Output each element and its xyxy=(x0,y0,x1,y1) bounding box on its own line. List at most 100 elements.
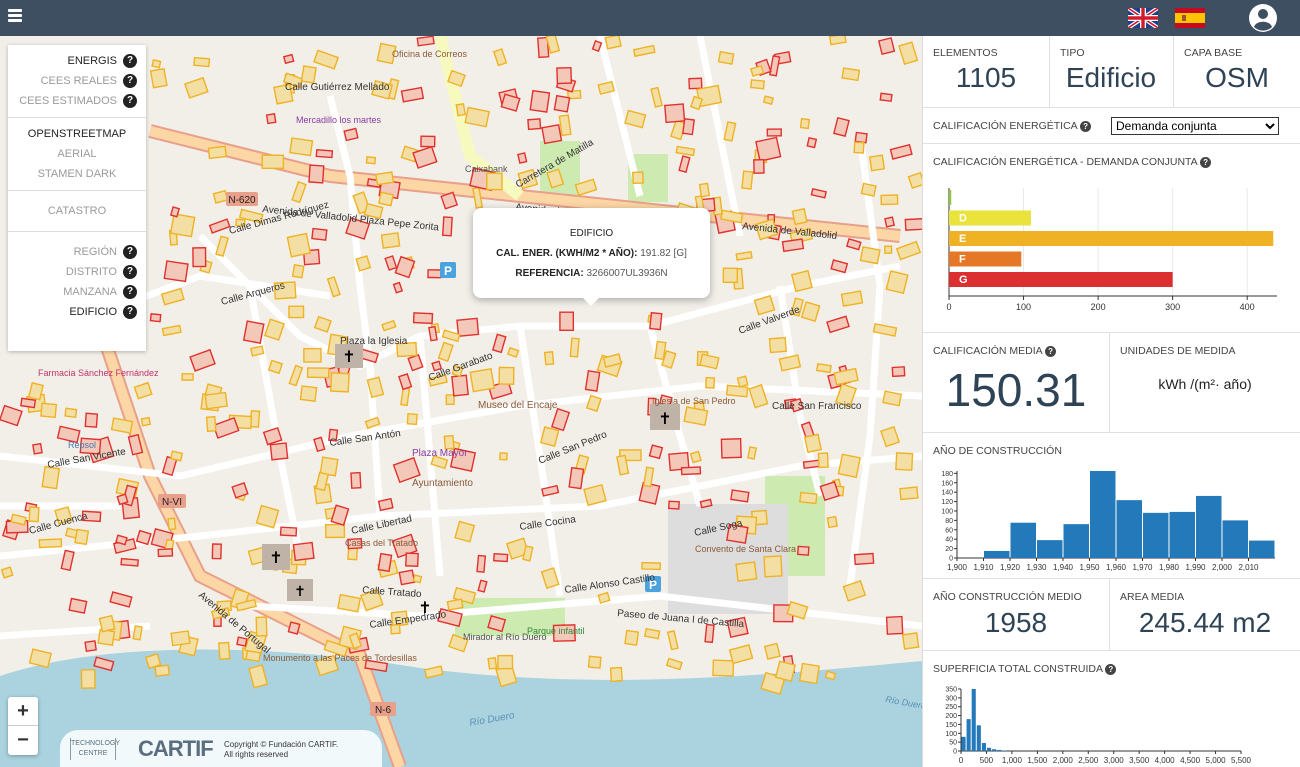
building-popup: EDIFICIO CAL. ENER. (KWH/M2 * AÑO): 191.… xyxy=(473,208,710,306)
building xyxy=(255,616,268,637)
building xyxy=(269,442,289,461)
building xyxy=(28,648,53,669)
x-tick-label: 1,950 xyxy=(1079,563,1100,572)
help-icon[interactable]: ? xyxy=(123,94,137,108)
bar-c xyxy=(949,190,952,205)
building xyxy=(116,493,129,506)
svg-text:Ayuntamiento: Ayuntamiento xyxy=(412,478,473,489)
layer-manzana[interactable]: MANZANA? xyxy=(8,282,146,302)
y-tick-label: 40 xyxy=(945,537,953,544)
building xyxy=(833,116,850,138)
building xyxy=(666,630,679,651)
building xyxy=(308,164,325,184)
y-tick-label: 50 xyxy=(949,740,957,747)
building xyxy=(837,453,861,479)
building xyxy=(604,36,622,50)
help-icon[interactable]: ? xyxy=(123,74,137,88)
top-bar xyxy=(0,0,1300,36)
building xyxy=(631,171,644,185)
user-account-icon[interactable] xyxy=(1248,3,1278,33)
superficie-chart-section: SUPERFICIA TOTAL CONSTRUIDA ? 0 50 100 150 2… xyxy=(923,651,1300,767)
building xyxy=(288,305,305,319)
help-icon[interactable]: ? xyxy=(1045,346,1057,357)
building xyxy=(169,213,196,238)
building xyxy=(400,386,411,407)
layer-cees-estimados[interactable]: CEES ESTIMADOS? xyxy=(8,91,146,111)
building xyxy=(169,206,181,218)
layer-aerial[interactable]: AERIAL xyxy=(8,144,146,164)
svg-text:Calle San Francisco: Calle San Francisco xyxy=(772,401,862,412)
building xyxy=(712,659,735,677)
building xyxy=(699,353,720,370)
building xyxy=(343,127,359,142)
building xyxy=(204,391,229,410)
zoom-out-button[interactable]: − xyxy=(8,726,38,755)
zoom-in-button[interactable]: + xyxy=(8,697,38,726)
building xyxy=(365,156,377,165)
building xyxy=(689,95,704,111)
calificacion-select[interactable]: Demanda conjunta xyxy=(1111,117,1279,135)
x-tick-label: 1,500 xyxy=(1027,756,1048,765)
building xyxy=(337,593,362,613)
building xyxy=(400,86,425,103)
help-icon[interactable]: ? xyxy=(1200,157,1212,168)
help-icon[interactable]: ? xyxy=(123,54,137,68)
building xyxy=(880,194,899,206)
building xyxy=(428,325,438,342)
building xyxy=(28,506,40,523)
map-area[interactable]: ✝ ✝ ✝ ✝ ✝ N-620 N-VI N-6 P P Avenida de … xyxy=(0,36,922,767)
help-icon[interactable]: ? xyxy=(123,245,137,259)
histogram-bar xyxy=(976,725,981,751)
layer-edificio[interactable]: EDIFICIO? xyxy=(8,302,146,322)
building xyxy=(193,56,211,68)
building xyxy=(735,561,758,582)
building xyxy=(378,191,394,207)
help-icon[interactable]: ? xyxy=(123,265,137,279)
layer-energis[interactable]: ENERGIS? xyxy=(8,51,146,71)
building xyxy=(750,79,766,90)
building xyxy=(558,114,572,137)
y-tick-label: 60 xyxy=(945,527,953,534)
building xyxy=(0,566,14,579)
x-tick-label: 2,500 xyxy=(1078,756,1099,765)
x-tick-label: 2,010 xyxy=(1238,563,1259,572)
layer-stamen-dark[interactable]: STAMEN DARK xyxy=(8,164,146,184)
building xyxy=(768,336,787,354)
help-icon[interactable]: ? xyxy=(123,305,137,319)
y-tick-label: 100 xyxy=(945,731,957,738)
hamburger-icon[interactable] xyxy=(8,9,22,23)
building xyxy=(722,267,739,284)
layer-distrito[interactable]: DISTRITO? xyxy=(8,262,146,282)
x-tick-label: 5,500 xyxy=(1231,756,1252,765)
building xyxy=(725,384,749,398)
layer-openstreetmap[interactable]: OPENSTREETMAP xyxy=(8,124,146,144)
bar-label-g: G xyxy=(959,274,968,286)
x-tick-label: 1,980 xyxy=(1159,563,1180,572)
uk-flag-icon[interactable] xyxy=(1128,8,1158,28)
y-tick-label: 180 xyxy=(941,471,953,478)
building xyxy=(539,426,560,447)
superficie-histogram: 0 50 100 150 200 250 300350 0 500 1,000 1,500 2,000… xyxy=(945,687,1252,766)
building xyxy=(486,172,503,191)
help-icon[interactable]: ? xyxy=(1105,664,1117,675)
layer-catastro[interactable]: CATASTRO xyxy=(8,201,146,221)
building xyxy=(464,106,490,128)
building xyxy=(877,37,896,56)
building xyxy=(736,375,749,388)
spain-flag-icon[interactable] xyxy=(1175,8,1205,28)
help-icon[interactable]: ? xyxy=(1080,121,1092,132)
area-value: 245.44 m2 xyxy=(1138,607,1272,638)
building xyxy=(491,333,507,354)
layer-cees-reales[interactable]: CEES REALES? xyxy=(8,71,146,91)
x-tick-label: 1,960 xyxy=(1106,563,1127,572)
building xyxy=(680,466,702,476)
building xyxy=(451,374,469,397)
building xyxy=(584,370,601,392)
building xyxy=(884,216,896,228)
building xyxy=(245,649,262,663)
x-tick-label: 2,000 xyxy=(1053,756,1074,765)
anio-chart-section: AÑO DE CONSTRUCCIÓN 0 20 40 60 80 100 120 140 16… xyxy=(923,433,1300,579)
layer-region[interactable]: REGIÓN? xyxy=(8,242,146,262)
bar-label-d: D xyxy=(959,213,967,225)
help-icon[interactable]: ? xyxy=(123,285,137,299)
